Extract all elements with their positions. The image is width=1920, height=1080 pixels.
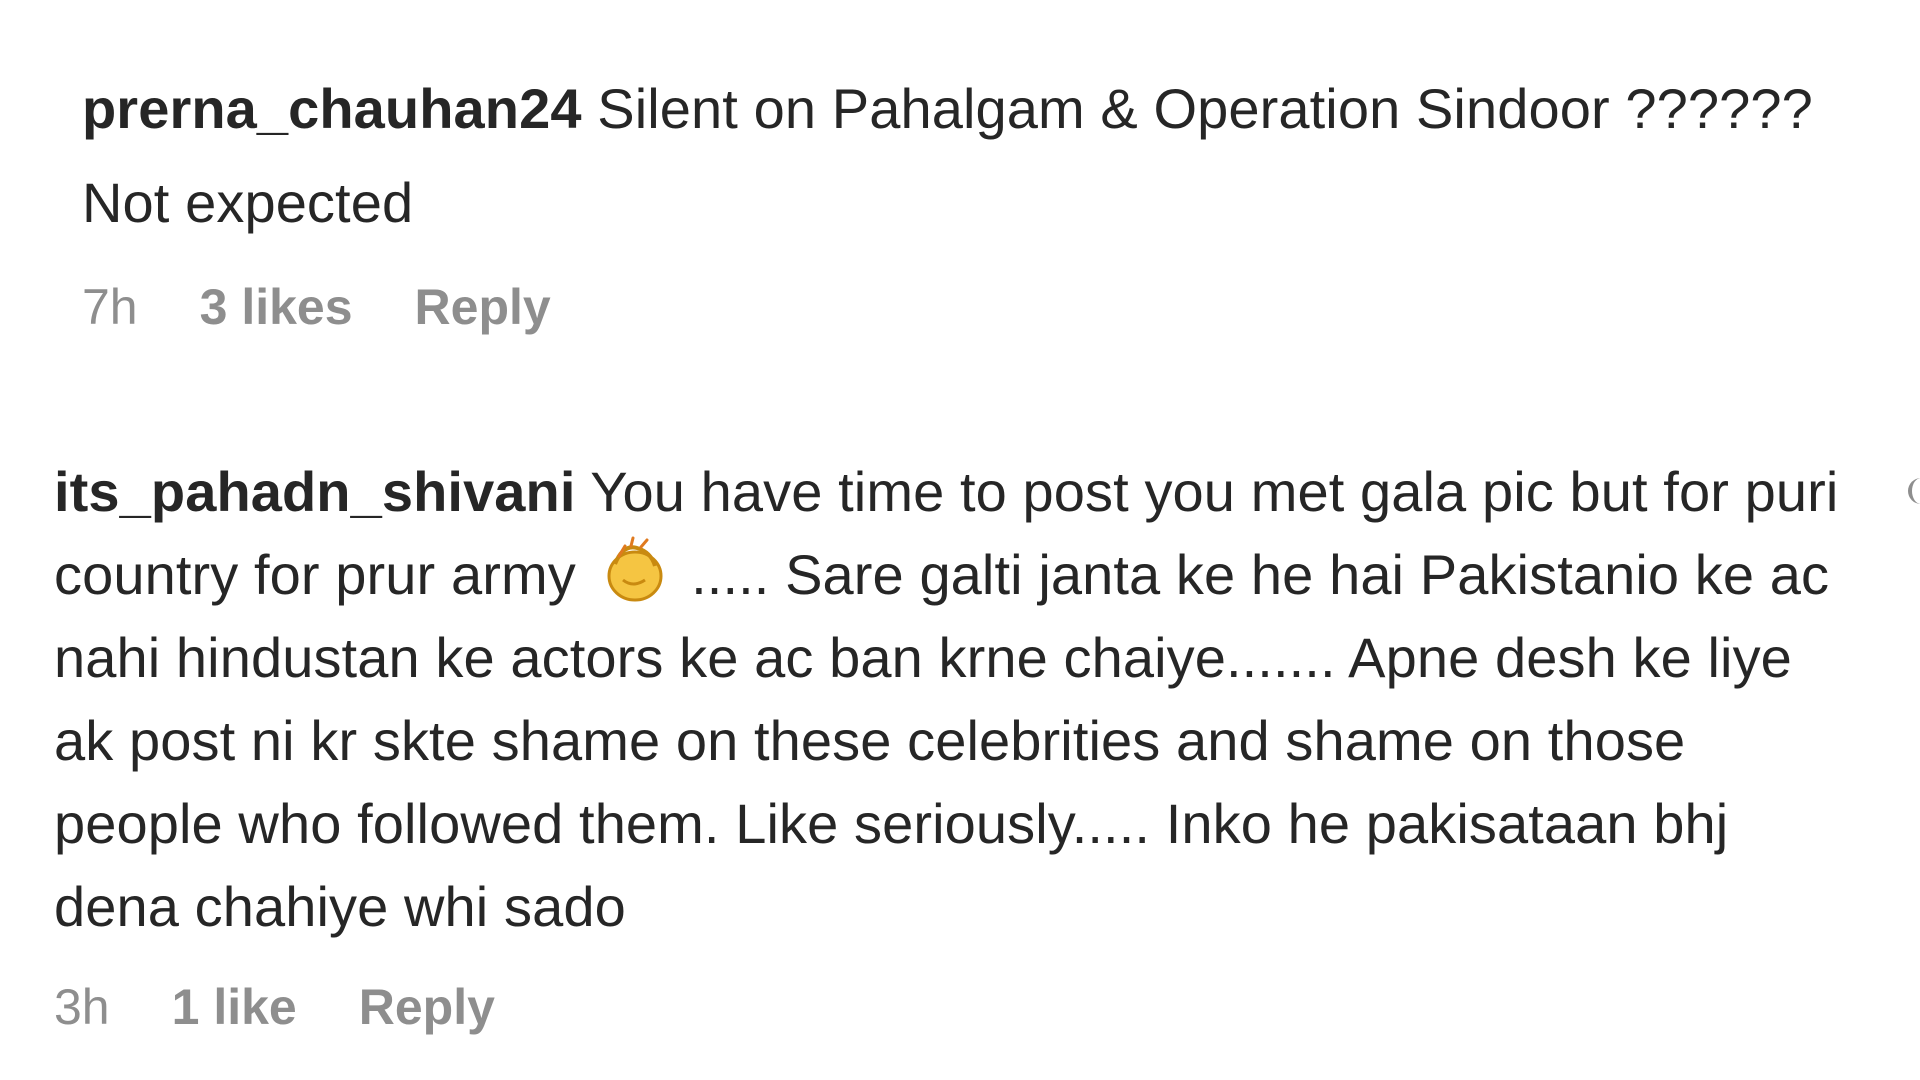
- comment-item: its_pahadn_shivani You have time to post…: [54, 450, 1854, 1036]
- clapping-hands-icon: [597, 534, 669, 606]
- options-edge-icon[interactable]: [1908, 478, 1920, 504]
- comment-meta: 7h 3 likes Reply: [82, 278, 1882, 336]
- comment-body: its_pahadn_shivani You have time to post…: [54, 450, 1854, 948]
- comment-meta: 3h 1 like Reply: [54, 978, 1854, 1036]
- comment-username[interactable]: its_pahadn_shivani: [54, 460, 576, 523]
- comment-item: prerna_chauhan24 Silent on Pahalgam & Op…: [82, 62, 1882, 336]
- reply-button[interactable]: Reply: [415, 278, 551, 336]
- comment-timestamp[interactable]: 7h: [82, 278, 138, 336]
- comment-likes-count[interactable]: 3 likes: [200, 278, 353, 336]
- comment-likes-count[interactable]: 1 like: [172, 978, 297, 1036]
- reply-button[interactable]: Reply: [359, 978, 495, 1036]
- comment-body: prerna_chauhan24 Silent on Pahalgam & Op…: [82, 62, 1882, 250]
- comment-username[interactable]: prerna_chauhan24: [82, 77, 582, 140]
- comment-timestamp[interactable]: 3h: [54, 978, 110, 1036]
